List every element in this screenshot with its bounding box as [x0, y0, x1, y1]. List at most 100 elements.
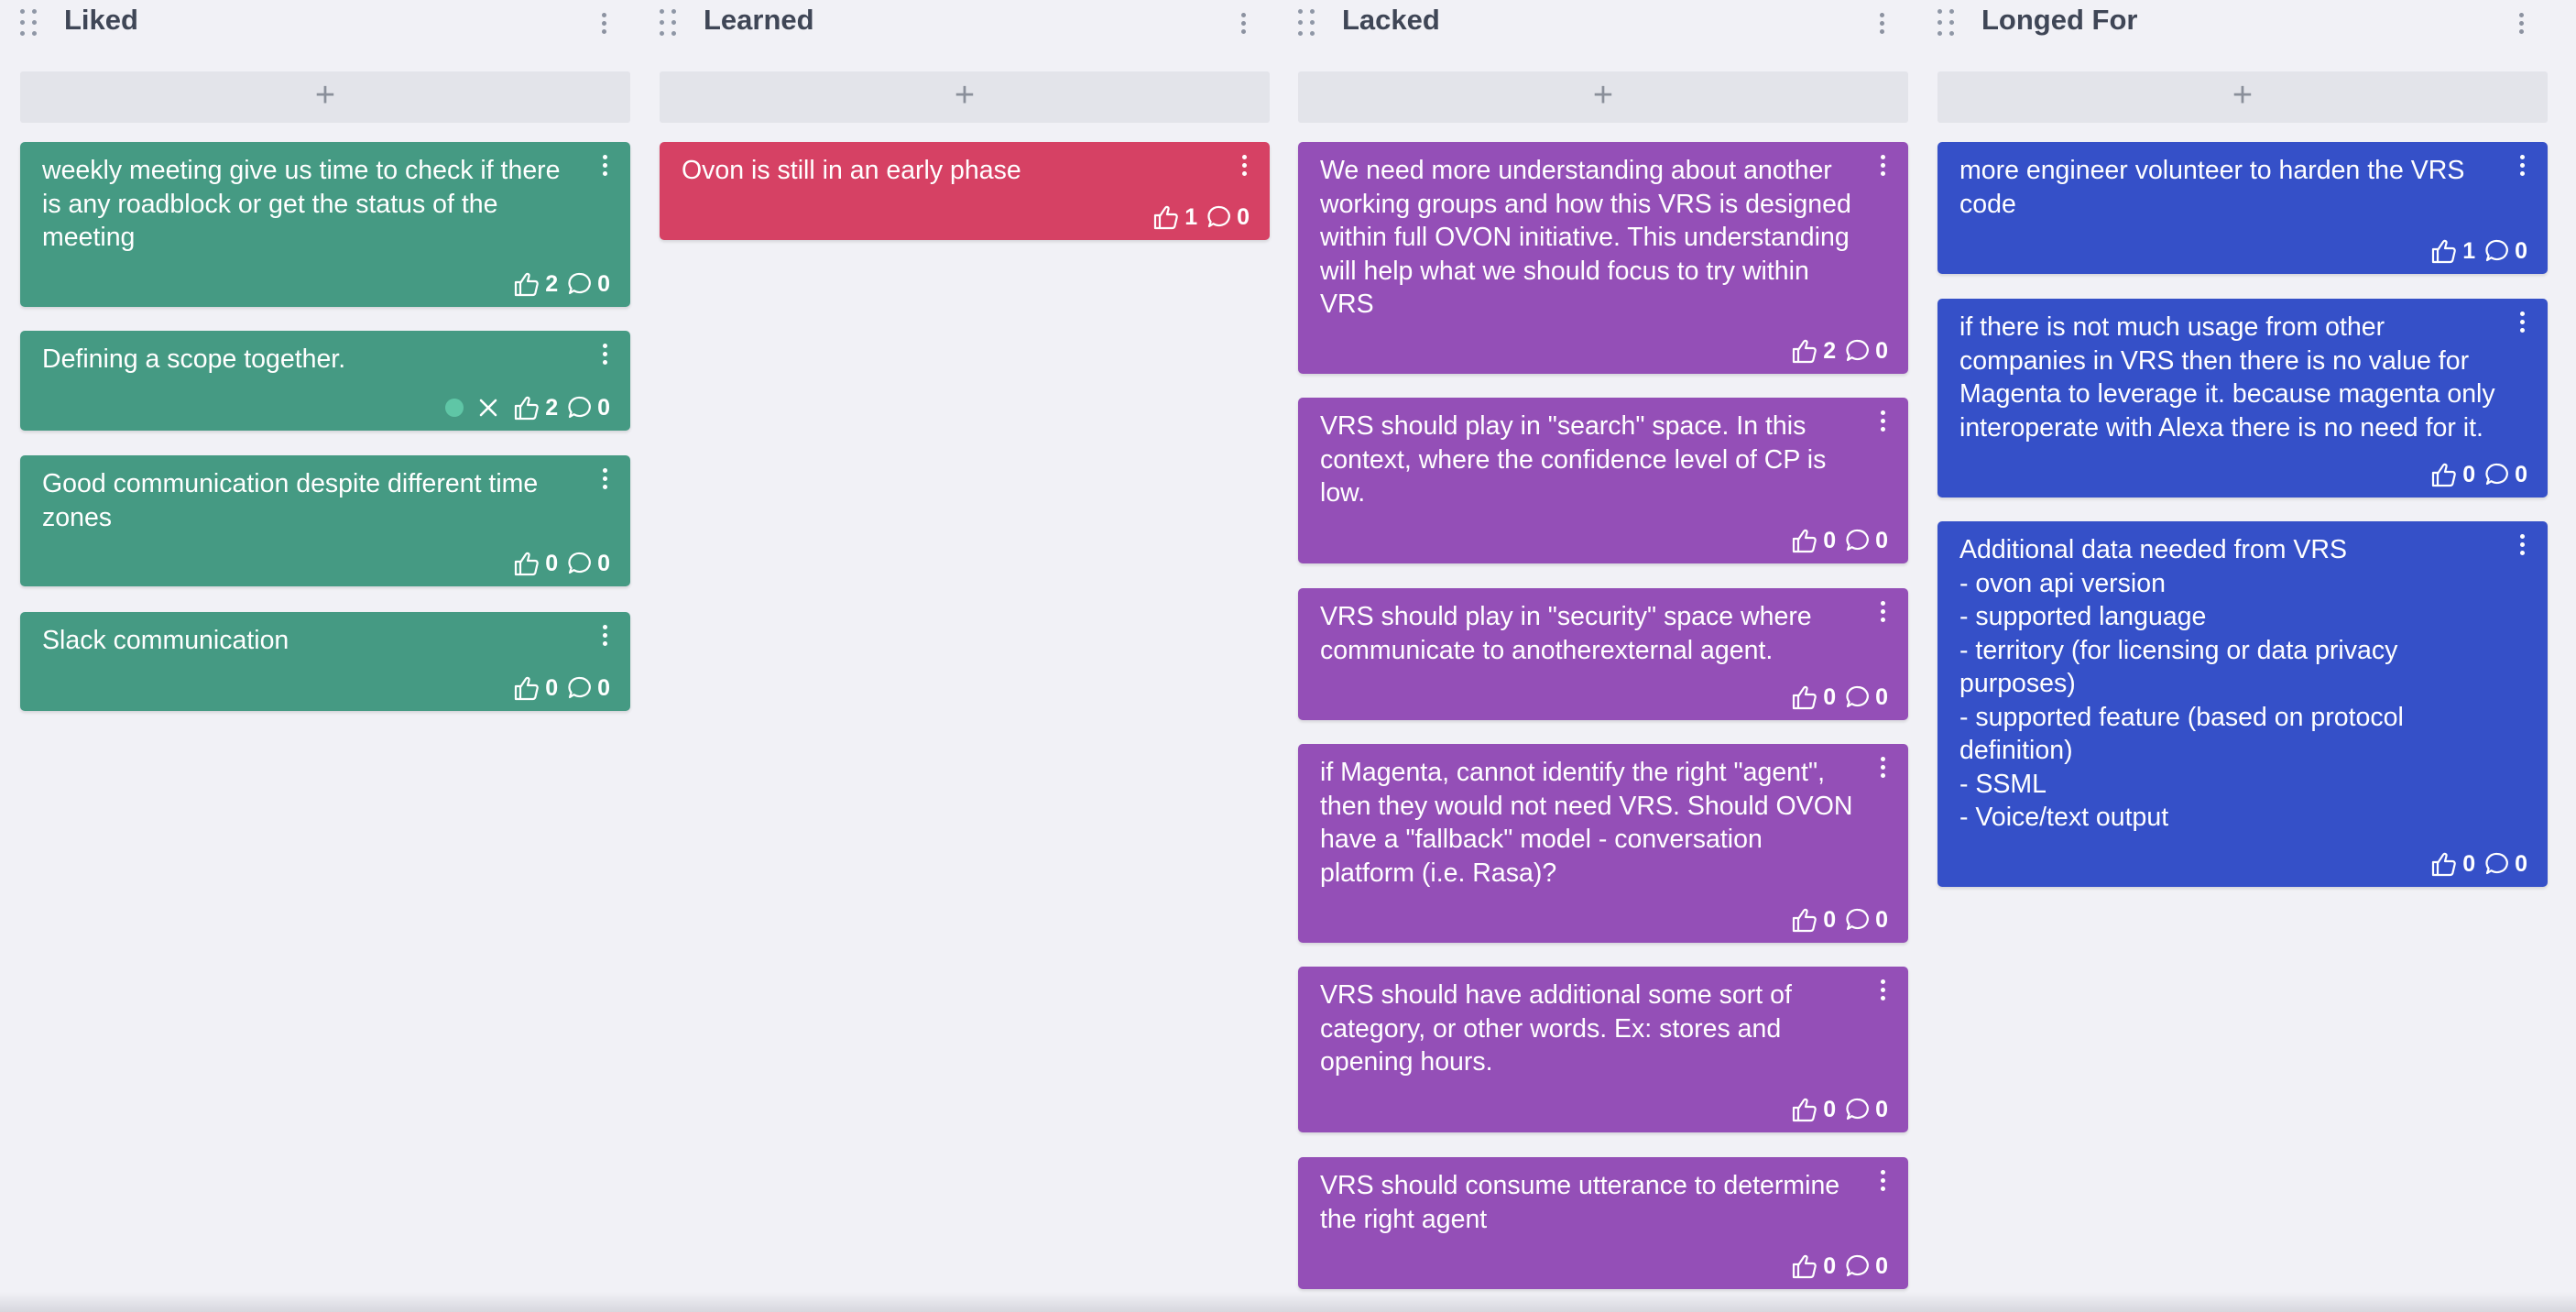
card[interactable]: VRS should play in "search" space. In th…	[1298, 398, 1908, 563]
card-text: Defining a scope together.	[42, 344, 346, 374]
card[interactable]: if there is not much usage from other co…	[1937, 299, 2548, 497]
card-menu-icon[interactable]	[1879, 979, 1888, 1001]
card-text: Good communication despite different tim…	[42, 469, 546, 532]
card-menu-icon[interactable]	[2518, 155, 2527, 177]
thumbs-up-icon[interactable]	[2430, 462, 2458, 487]
add-card-button[interactable]: +	[1937, 71, 2548, 123]
thumbs-up-icon[interactable]	[513, 395, 540, 421]
comment-icon[interactable]	[1845, 1253, 1871, 1279]
comment-icon[interactable]	[2484, 462, 2510, 487]
comment-icon[interactable]	[567, 551, 593, 576]
comment-icon[interactable]	[1845, 528, 1871, 553]
card-text: VRS should have additional some sort of …	[1320, 980, 1799, 1077]
comment-icon[interactable]	[1845, 1097, 1871, 1122]
card-menu-icon[interactable]	[601, 344, 610, 366]
card-text: VRS should play in "search" space. In th…	[1320, 411, 1834, 508]
column-header: Learned	[660, 0, 1301, 46]
card-menu-icon[interactable]	[601, 155, 610, 177]
comment-icon[interactable]	[1845, 338, 1871, 364]
card-text: VRS should consume utterance to determin…	[1320, 1171, 1848, 1234]
thumbs-up-icon[interactable]	[1152, 204, 1180, 230]
card[interactable]: Ovon is still in an early phase 1 0	[660, 142, 1270, 240]
comment-icon[interactable]	[567, 675, 593, 701]
card-menu-icon[interactable]	[1879, 155, 1888, 177]
card[interactable]: Slack communication 0 0	[20, 612, 630, 711]
card[interactable]: if Magenta, cannot identify the right "a…	[1298, 744, 1908, 943]
card-text: more engineer volunteer to harden the VR…	[1959, 156, 2472, 219]
card-menu-icon[interactable]	[601, 468, 610, 490]
comment-icon[interactable]	[567, 395, 593, 421]
card-menu-icon[interactable]	[1879, 757, 1888, 779]
thumbs-up-icon[interactable]	[1791, 1097, 1818, 1122]
thumbs-up-icon[interactable]	[2430, 851, 2458, 877]
card-footer: 2 0	[445, 394, 610, 421]
add-card-button[interactable]: +	[1298, 71, 1908, 123]
column-menu-icon[interactable]	[600, 13, 609, 35]
card[interactable]: VRS should have additional some sort of …	[1298, 967, 1908, 1132]
thumbs-up-icon[interactable]	[513, 271, 540, 297]
card-footer: 1 0	[2430, 237, 2527, 265]
drag-handle-icon[interactable]	[1937, 9, 1959, 37]
thumbs-up-icon[interactable]	[1791, 684, 1818, 710]
close-icon[interactable]	[478, 398, 498, 418]
drag-handle-icon[interactable]	[660, 9, 682, 37]
thumbs-up-icon[interactable]	[1791, 907, 1818, 933]
comment-count: 0	[597, 674, 610, 701]
card-menu-icon[interactable]	[1879, 601, 1888, 623]
card-menu-icon[interactable]	[1879, 410, 1888, 432]
thumbs-up-icon[interactable]	[1791, 1253, 1818, 1279]
card-menu-icon[interactable]	[1879, 1170, 1888, 1192]
like-count: 0	[1823, 1096, 1837, 1122]
like-count: 0	[1823, 527, 1837, 553]
card[interactable]: Good communication despite different tim…	[20, 455, 630, 586]
card-footer: 0 0	[1791, 527, 1888, 554]
comment-icon[interactable]	[567, 271, 593, 297]
card-menu-icon[interactable]	[601, 625, 610, 647]
like-count: 0	[545, 674, 559, 701]
card[interactable]: Defining a scope together. 2 0	[20, 331, 630, 431]
card[interactable]: weekly meeting give us time to check if …	[20, 142, 630, 307]
thumbs-up-icon[interactable]	[2430, 238, 2458, 264]
card-footer: 0 0	[513, 550, 610, 577]
card[interactable]: We need more understanding about another…	[1298, 142, 1908, 374]
like-count: 2	[1823, 337, 1837, 364]
column-header: Longed For	[1937, 0, 2576, 46]
drag-handle-icon[interactable]	[1298, 9, 1320, 37]
column-menu-icon[interactable]	[1239, 13, 1249, 35]
drag-handle-icon[interactable]	[20, 9, 42, 37]
card-footer: 0 0	[1791, 1096, 1888, 1123]
card-footer: 0 0	[1791, 1252, 1888, 1280]
comment-icon[interactable]	[2484, 238, 2510, 264]
like-count: 0	[1823, 1252, 1837, 1279]
card-footer: 0 0	[2430, 850, 2527, 878]
comment-icon[interactable]	[1845, 684, 1871, 710]
like-count: 1	[1184, 203, 1198, 230]
comment-count: 0	[1875, 1096, 1888, 1122]
thumbs-up-icon[interactable]	[513, 551, 540, 576]
card-footer: 0 0	[2430, 461, 2527, 488]
card-menu-icon[interactable]	[2518, 312, 2527, 333]
add-card-button[interactable]: +	[660, 71, 1270, 123]
card-menu-icon[interactable]	[2518, 534, 2527, 556]
comment-count: 0	[1237, 203, 1250, 230]
like-count: 0	[2462, 461, 2476, 487]
thumbs-up-icon[interactable]	[1791, 338, 1818, 364]
card-footer: 2 0	[1791, 337, 1888, 365]
comment-count: 0	[597, 550, 610, 576]
card-menu-icon[interactable]	[1240, 155, 1250, 177]
add-card-button[interactable]: +	[20, 71, 630, 123]
thumbs-up-icon[interactable]	[1791, 528, 1818, 553]
card[interactable]: VRS should play in "security" space wher…	[1298, 588, 1908, 720]
card[interactable]: VRS should consume utterance to determin…	[1298, 1157, 1908, 1289]
card[interactable]: more engineer volunteer to harden the VR…	[1937, 142, 2548, 274]
column-menu-icon[interactable]	[1878, 13, 1887, 35]
comment-icon[interactable]	[1206, 204, 1232, 230]
comment-count: 0	[1875, 906, 1888, 933]
comment-icon[interactable]	[1845, 907, 1871, 933]
thumbs-up-icon[interactable]	[513, 675, 540, 701]
comment-icon[interactable]	[2484, 851, 2510, 877]
status-dot	[445, 399, 464, 417]
column-title: Learned	[704, 4, 814, 36]
column-menu-icon[interactable]	[2517, 13, 2527, 35]
card[interactable]: Additional data needed from VRS - ovon a…	[1937, 521, 2548, 887]
